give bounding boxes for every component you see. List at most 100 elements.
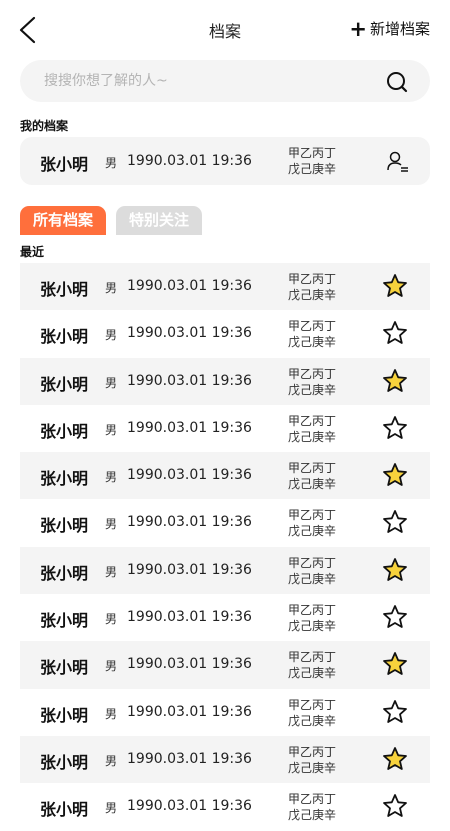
profile-name: 张小明 <box>40 155 89 174</box>
list-item[interactable]: 张小明 男 1990.03.01 19:36 甲乙丙丁 戊己庚辛 <box>20 263 430 311</box>
star-outline-icon[interactable] <box>382 509 408 535</box>
star-filled-icon[interactable] <box>382 746 408 772</box>
search-icon[interactable] <box>386 71 408 93</box>
record-gender: 男 <box>105 659 118 674</box>
list-item[interactable]: 张小明男 1990.03.01 19:36 甲乙丙丁 戊己庚辛 <box>20 689 430 736</box>
record-ganzhi: 甲乙丙丁 戊己庚辛 <box>288 271 336 303</box>
person-edit-icon[interactable] <box>386 150 410 172</box>
record-ganzhi-line2: 戊己庚辛 <box>288 571 337 586</box>
record-ganzhi: 甲乙丙丁 戊己庚辛 <box>288 697 336 729</box>
record-ganzhi-line1: 甲乙丙丁 <box>288 319 337 334</box>
star-filled-icon[interactable] <box>382 557 408 583</box>
record-ganzhi: 甲乙丙丁 戊己庚辛 <box>288 507 336 539</box>
list-item[interactable]: 张小明男 1990.03.01 19:36 甲乙丙丁 戊己庚辛 <box>20 641 430 689</box>
record-ganzhi-line2: 戊己庚辛 <box>288 808 337 823</box>
record-gender: 男 <box>105 706 118 721</box>
record-gender: 男 <box>105 281 118 295</box>
record-ganzhi: 甲乙丙丁 戊己庚辛 <box>288 555 336 587</box>
record-ganzhi: 甲乙丙丁 戊己庚辛 <box>288 791 336 823</box>
profile-ganzhi-line1: 甲乙丙丁 <box>288 146 337 160</box>
record-ganzhi-line1: 甲乙丙丁 <box>288 461 337 476</box>
star-outline-icon[interactable] <box>382 604 408 630</box>
record-birth: 1990.03.01 19:36 <box>127 609 252 626</box>
recent-heading: 最近 <box>20 245 45 259</box>
star-outline-icon[interactable] <box>382 415 408 441</box>
record-name: 张小明 <box>40 611 89 631</box>
list-item[interactable]: 张小明男 1990.03.01 19:36 甲乙丙丁 戊己庚辛 <box>20 783 430 830</box>
record-birth: 1990.03.01 19:36 <box>127 467 252 484</box>
record-ganzhi-line1: 甲乙丙丁 <box>288 272 337 286</box>
record-ganzhi-line1: 甲乙丙丁 <box>288 555 337 570</box>
record-ganzhi-line2: 戊己庚辛 <box>288 524 337 539</box>
record-gender: 男 <box>105 753 118 768</box>
record-ganzhi: 甲乙丙丁 戊己庚辛 <box>288 602 336 634</box>
record-ganzhi-line1: 甲乙丙丁 <box>288 366 337 381</box>
star-filled-icon[interactable] <box>382 368 408 394</box>
record-ganzhi-line2: 戊己庚辛 <box>288 335 337 350</box>
add-record-label: 新增档案 <box>369 20 430 38</box>
record-ganzhi-line1: 甲乙丙丁 <box>288 792 337 807</box>
tab-special-follow[interactable]: 特别关注 <box>116 206 203 235</box>
record-birth: 1990.03.01 19:36 <box>127 750 252 767</box>
record-name: 张小明 <box>40 421 89 441</box>
record-ganzhi-line1: 甲乙丙丁 <box>288 744 337 759</box>
profile-ganzhi: 甲乙丙丁 戊己庚辛 <box>288 145 336 177</box>
record-ganzhi-line2: 戊己庚辛 <box>288 666 337 681</box>
list-item[interactable]: 张小明 男 1990.03.01 19:36 甲乙丙丁 戊己庚辛 <box>20 594 430 641</box>
list-item[interactable]: 张小明 男 1990.03.01 19:36 甲乙丙丁 戊己庚辛 <box>20 310 430 357</box>
list-item[interactable]: 张小明 男 1990.03.01 19:36 甲乙丙丁 戊己庚辛 <box>20 499 430 546</box>
record-birth: 1990.03.01 19:36 <box>127 514 252 531</box>
list-item[interactable]: 张小明男 1990.03.01 19:36 甲乙丙丁 戊己庚辛 <box>20 452 430 500</box>
profile-gender: 男 <box>105 156 118 170</box>
record-ganzhi: 甲乙丙丁 戊己庚辛 <box>288 318 336 350</box>
record-name: 张小明 <box>40 327 89 347</box>
record-name: 张小明 <box>40 752 89 772</box>
star-filled-icon[interactable] <box>382 273 408 299</box>
star-filled-icon[interactable] <box>382 651 408 677</box>
record-ganzhi-line2: 戊己庚辛 <box>288 760 337 775</box>
record-name: 张小明 <box>40 516 89 536</box>
list-item[interactable]: 张小明男 1990.03.01 19:36 甲乙丙丁 戊己庚辛 <box>20 405 430 452</box>
nav-bar: 档案 + 新增档案 <box>0 0 450 60</box>
record-ganzhi-line2: 戊己庚辛 <box>288 382 337 397</box>
record-gender: 男 <box>105 328 118 343</box>
record-ganzhi-line1: 甲乙丙丁 <box>288 413 337 428</box>
list-item[interactable]: 张小明男 1990.03.01 19:36 甲乙丙丁 戊己庚辛 <box>20 357 430 405</box>
search-input[interactable] <box>44 60 364 102</box>
star-outline-icon[interactable] <box>382 793 408 819</box>
record-name: 张小明 <box>40 563 89 583</box>
record-ganzhi: 甲乙丙丁 戊己庚辛 <box>288 649 336 681</box>
record-birth: 1990.03.01 19:36 <box>127 372 252 389</box>
record-birth: 1990.03.01 19:36 <box>127 561 252 578</box>
record-birth: 1990.03.01 19:36 <box>127 325 252 342</box>
record-name: 张小明 <box>40 469 89 489</box>
record-ganzhi-line2: 戊己庚辛 <box>288 477 337 492</box>
record-name: 张小明 <box>40 705 89 725</box>
list-item[interactable]: 张小明 男 1990.03.01 19:36 甲乙丙丁 戊己庚辛 <box>20 735 430 784</box>
record-ganzhi-line2: 戊己庚辛 <box>288 713 337 728</box>
profile-ganzhi-line2: 戊己庚辛 <box>288 162 337 176</box>
record-gender: 男 <box>105 801 118 816</box>
star-outline-icon[interactable] <box>382 320 408 346</box>
tab-all-records[interactable]: 所有档案 <box>20 206 107 235</box>
record-ganzhi-line1: 甲乙丙丁 <box>288 697 337 712</box>
list-item[interactable]: 张小明 男 1990.03.01 19:36 甲乙丙丁 戊己庚辛 <box>20 546 430 595</box>
record-ganzhi: 甲乙丙丁 戊己庚辛 <box>288 744 336 776</box>
record-birth: 1990.03.01 19:36 <box>127 419 252 436</box>
add-record-button[interactable]: + 新增档案 <box>349 18 430 39</box>
record-gender: 男 <box>105 517 118 532</box>
record-list: 张小明男 1990.03.01 19:36 甲乙丙丁 戊己庚辛 张小明男 1990.03.… <box>20 263 430 831</box>
record-birth: 1990.03.01 19:36 <box>127 278 252 294</box>
star-outline-icon[interactable] <box>382 699 408 725</box>
my-profile-card[interactable]: 张小明 男 1990.03.01 19:36 甲乙丙丁 戊己庚辛 <box>20 137 430 185</box>
record-gender: 男 <box>105 564 118 579</box>
my-records-heading: 我的档案 <box>20 119 69 133</box>
search-bar <box>20 60 430 102</box>
record-ganzhi: 甲乙丙丁 戊己庚辛 <box>288 413 336 445</box>
record-gender: 男 <box>105 612 118 627</box>
record-name: 张小明 <box>40 280 89 299</box>
star-filled-icon[interactable] <box>382 462 408 488</box>
record-ganzhi-line2: 戊己庚辛 <box>288 619 337 634</box>
record-birth: 1990.03.01 19:36 <box>127 656 252 673</box>
record-ganzhi-line1: 甲乙丙丁 <box>288 603 337 618</box>
